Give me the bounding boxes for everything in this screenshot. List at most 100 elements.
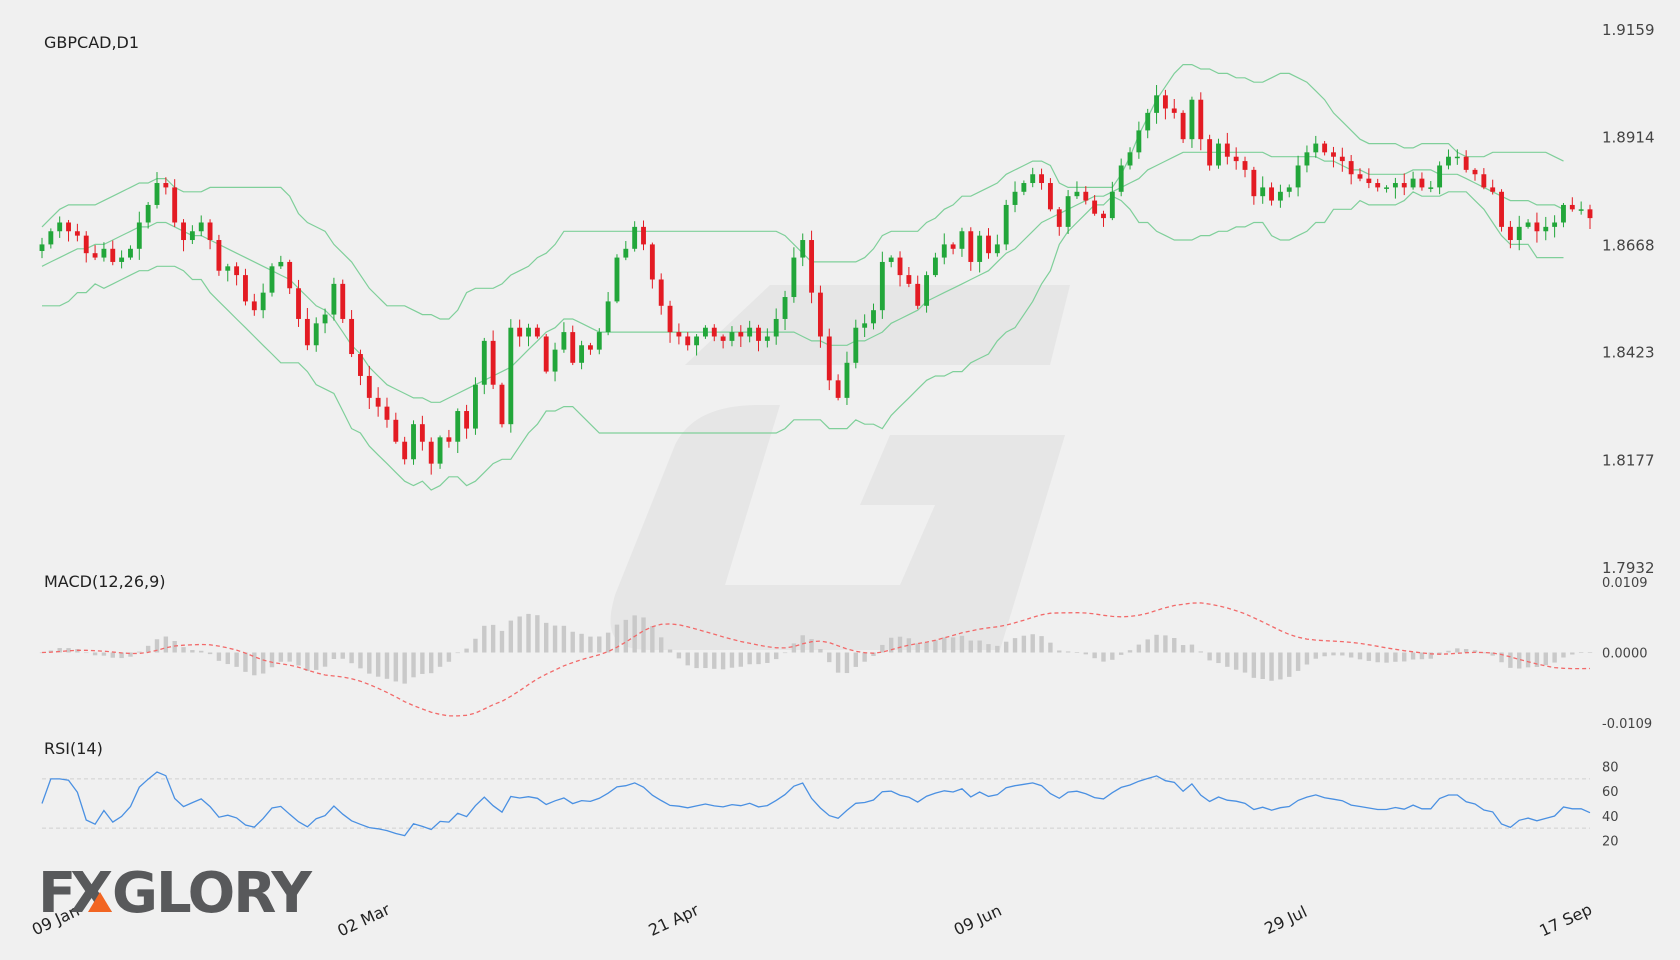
macd-tick-label: 0.0000 [1602,647,1648,662]
candle-body [189,231,195,241]
macd-histogram-bar [482,625,487,653]
candle-body [375,397,381,407]
candle [508,319,514,433]
candle [879,251,885,319]
candle [340,279,346,323]
candle-body [1569,204,1575,210]
candle [1207,134,1213,171]
candle [1552,215,1558,238]
candle-body [1322,143,1328,153]
candle [446,429,452,448]
candle [1180,110,1186,143]
macd-histogram-bar [1030,634,1035,653]
macd-histogram-bar [588,636,593,653]
candle-body [1030,174,1036,184]
candle-body [1136,130,1142,153]
chart-title: GBPCAD,D1 [44,33,139,52]
macd-histogram-bar [1525,652,1531,668]
macd-histogram-bar [1561,652,1566,658]
candle [331,277,337,321]
candle-body [1525,222,1531,227]
candle-body [278,261,284,267]
candle [1224,132,1230,165]
candle-body [1401,183,1407,188]
macd-histogram-bar [464,648,469,653]
candle-body [1357,174,1363,179]
candle [101,242,107,262]
candle-body [1162,95,1168,109]
rsi-tick-label: 40 [1602,810,1619,825]
candle [1534,212,1540,243]
candle-body [756,327,761,341]
candle-body [1003,204,1009,245]
candle-body [1561,204,1566,223]
candle [950,242,956,255]
candle-body [1224,143,1230,157]
macd-histogram-bar [1331,652,1336,656]
candle-body [1499,191,1504,227]
macd-histogram-bar [1039,636,1044,653]
candle-body [419,424,425,442]
macd-histogram-bar [977,640,982,653]
candle [977,230,983,273]
candle [791,247,797,303]
candle-body [411,424,416,460]
macd-histogram-bar [791,643,797,653]
macd-histogram-bar [818,649,823,653]
price-tick-label: 1.8177 [1602,452,1655,470]
candle-body [48,231,54,245]
candle-body [1083,191,1089,201]
macd-histogram-bar [1101,652,1106,662]
rsi-axis: 80 60 40 20 [1602,761,1619,850]
candle [641,220,646,251]
macd-histogram-bar [163,636,169,653]
chart-canvas: GBPCAD,D1 1.9159 1.8914 1.8668 1.8423 1.8177… [29,21,1655,940]
candle-body [1216,143,1221,166]
candle-body [1348,161,1354,175]
candle-body [119,257,125,262]
macd-histogram-bar [720,652,726,670]
candle-body [402,441,408,460]
candle-body [888,257,894,262]
candle-body [1207,139,1213,166]
candle [1331,146,1336,168]
macd-histogram-bar [1163,635,1168,653]
candle-body [1154,95,1159,113]
candle-body [1463,156,1469,170]
candle-body [1366,178,1372,184]
macd-histogram-bar [1543,652,1548,666]
candle-body [809,240,815,293]
candle [579,340,585,370]
macd-histogram-bar [437,652,443,667]
candle-body [1118,165,1124,192]
candle-body [437,437,443,464]
macd-histogram-bar [623,619,629,653]
candle [570,325,576,366]
macd-histogram-bar [995,645,1000,653]
candle-body [694,336,700,346]
macd-histogram-bar [1534,652,1540,668]
macd-histogram-bar [358,652,363,669]
candle [1375,178,1381,192]
candle [251,293,257,316]
candle [667,300,673,343]
macd-histogram-bar [959,635,965,653]
candle-body [897,257,903,276]
macd-histogram-bar [1216,652,1221,664]
macd-histogram-bar [517,616,522,653]
macd-histogram-bar [1065,651,1071,653]
candle [128,245,133,260]
macd-histogram-bar [305,652,310,671]
candle [1145,108,1151,139]
candle [1446,149,1451,170]
macd-histogram-bar [1463,649,1469,653]
macd-histogram-bar [641,617,646,653]
candle [932,252,938,278]
macd-histogram-bar [490,624,496,653]
candle [1543,216,1549,241]
macd-histogram-bar [1233,652,1239,670]
macd-histogram-bar [1570,652,1575,655]
candle [1171,98,1177,119]
macd-histogram-bar [1587,651,1593,653]
candle-body [826,336,832,381]
